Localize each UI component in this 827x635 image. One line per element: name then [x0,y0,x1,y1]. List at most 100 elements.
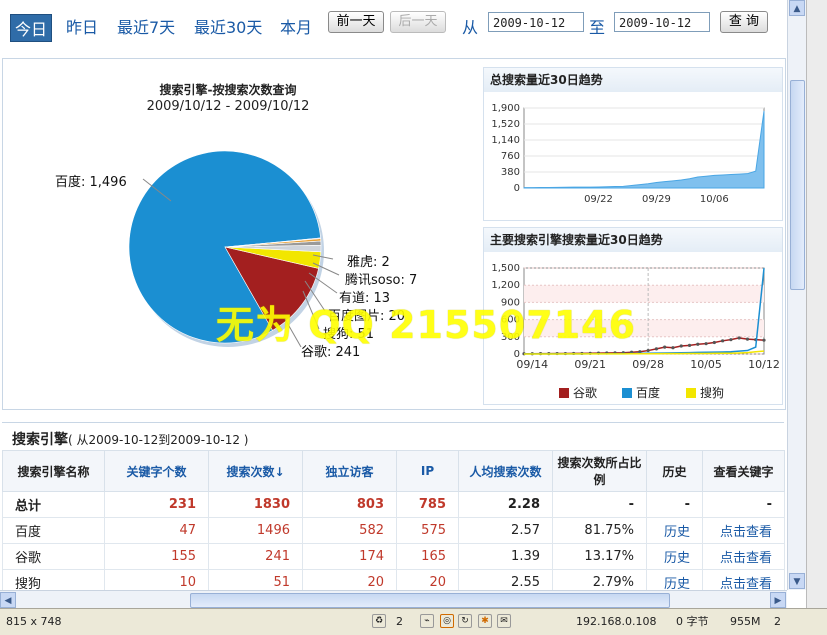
table-cell: 2.57 [458,517,553,544]
popup-block-icon[interactable]: ◎ [440,614,454,628]
table-cell: 47 [104,517,209,544]
scroll-down-icon[interactable]: ▼ [789,573,805,589]
vertical-scroll-thumb[interactable] [790,80,805,290]
col-search-count[interactable]: 搜索次数↓ [208,450,303,492]
col-engine-name: 搜索引擎名称 [2,450,105,492]
pie-label-yahoo: 雅虎: 2 [347,255,390,270]
legend-baidu-swatch [622,388,632,398]
table-row: 百度 47 1496 582 575 2.57 81.75% 历史 点击查看 [2,517,785,544]
table-cell: 2.28 [458,491,553,518]
trend-ytick-label: 380 [501,167,520,178]
table-cell: 1830 [208,491,303,518]
from-label: 从 [462,18,479,37]
memory-readout: 955M [730,615,761,628]
table-row: 谷歌 155 241 174 165 1.39 13.17% 历史 点击查看 [2,543,785,570]
scroll-right-icon[interactable]: ▶ [770,592,786,608]
bytes-readout: 0 字节 [676,615,709,628]
table-cell: 20 [396,569,459,590]
charts-panel: 搜索引擎-按搜索次数查询 2009/10/12 - 2009/10/12 百度:… [2,58,786,410]
table-cell: 20 [302,569,397,590]
col-keyword-count[interactable]: 关键字个数 [104,450,209,492]
engine-point [654,347,659,351]
legend-baidu-label: 百度 [636,386,661,400]
engine-point [646,348,650,353]
date-toolbar: 今日 昨日 最近7天 最近30天 本月 前一天 后一天 从 2009-10-12… [0,0,787,50]
col-ip[interactable]: IP [396,450,459,492]
total-trend-title: 总搜索量近30日趋势 [484,68,782,92]
table-cell: 2.55 [458,569,553,590]
table-cell: - [702,491,785,518]
trend-ytick-label: 0 [514,183,520,194]
table-row-total: 总计 231 1830 803 785 2.28 - - - [2,491,785,518]
start-date-input[interactable]: 2009-10-12 [488,12,584,32]
view-keywords-link[interactable]: 点击查看 [702,517,785,544]
period-last-7-days[interactable]: 最近7天 [117,14,175,38]
engine-point [712,340,716,345]
browser-viewport: 今日 昨日 最近7天 最近30天 本月 前一天 后一天 从 2009-10-12… [0,0,787,590]
history-link[interactable]: 历史 [646,569,703,590]
network-icon[interactable]: ⌁ [420,614,434,628]
engine-point [696,342,700,346]
col-avg-searches[interactable]: 人均搜索次数 [458,450,553,492]
engine-xtick-label: 10/05 [690,358,722,371]
pie-label-soso: 腾讯soso: 7 [345,273,418,288]
trend-ytick-label: 1,140 [491,135,520,146]
query-button[interactable]: 查 询 [720,11,768,33]
table-cell: 谷歌 [2,543,105,570]
horizontal-scroll-thumb[interactable] [190,593,670,608]
engine-point [745,337,750,341]
table-cell: 803 [302,491,397,518]
scroll-left-icon[interactable]: ◀ [0,592,16,608]
horizontal-scrollbar[interactable]: ◀ ▶ [0,590,787,609]
engine-xtick-label: 09/21 [574,358,606,371]
refresh-icon[interactable]: ↻ [458,614,472,628]
col-view-keywords: 查看关键字 [702,450,785,492]
table-cell: 2.79% [552,569,647,590]
engine-point [663,345,667,349]
col-unique-visitors[interactable]: 独立访客 [302,450,397,492]
mail-icon[interactable]: ✉ [497,614,511,628]
engine-point [737,336,741,340]
engine-trend-title: 主要搜索引擎搜索量近30日趋势 [484,228,782,252]
next-day-button[interactable]: 后一天 [390,11,446,33]
period-yesterday[interactable]: 昨日 [66,14,98,38]
pie-label-baidu: 百度: 1,496 [55,175,127,190]
gear-icon[interactable]: ✱ [478,614,492,628]
view-keywords-link[interactable]: 点击查看 [702,543,785,570]
table-cell: 13.17% [552,543,647,570]
to-label: 至 [589,18,606,37]
col-history: 历史 [646,450,703,492]
table-cell: 10 [104,569,209,590]
history-link[interactable]: 历史 [646,517,703,544]
period-this-month[interactable]: 本月 [280,14,312,38]
period-last-30-days[interactable]: 最近30天 [194,14,262,38]
trash-icon[interactable]: ♻ [372,614,386,628]
table-cell: 231 [104,491,209,518]
table-cell: 785 [396,491,459,518]
history-link[interactable]: 历史 [646,543,703,570]
legend-google-swatch [559,388,569,398]
vertical-scrollbar[interactable]: ▲ ▼ [787,0,806,590]
table-cell: - [552,491,647,518]
status-bar: 815 x 748 ♻ 2 ⌁ ◎ ↻ ✱ ✉ 192.168.0.108 0 … [0,608,827,635]
section-title: 搜索引擎 [12,432,68,448]
table-cell: 1.39 [458,543,553,570]
window-size-readout: 815 x 748 [6,615,62,628]
table-cell: 575 [396,517,459,544]
legend-baidu: 百度 [622,384,660,401]
prev-day-button[interactable]: 前一天 [328,11,384,33]
end-date-input[interactable]: 2009-10-12 [614,12,710,32]
view-keywords-link[interactable]: 点击查看 [702,569,785,590]
legend-sogou-swatch [686,388,696,398]
engine-point [762,338,766,342]
trend-xtick-label: 09/22 [584,194,613,205]
table-cell: 百度 [2,517,105,544]
legend-sogou-label: 搜狗 [700,386,725,400]
trend-xtick-label: 09/29 [642,194,671,205]
engine-xtick-label: 09/28 [632,358,664,371]
engine-point [687,343,692,347]
engine-point [704,342,708,346]
scroll-up-icon[interactable]: ▲ [789,0,805,16]
trend-ytick-label: 1,520 [491,119,520,130]
period-today[interactable]: 今日 [10,14,53,42]
